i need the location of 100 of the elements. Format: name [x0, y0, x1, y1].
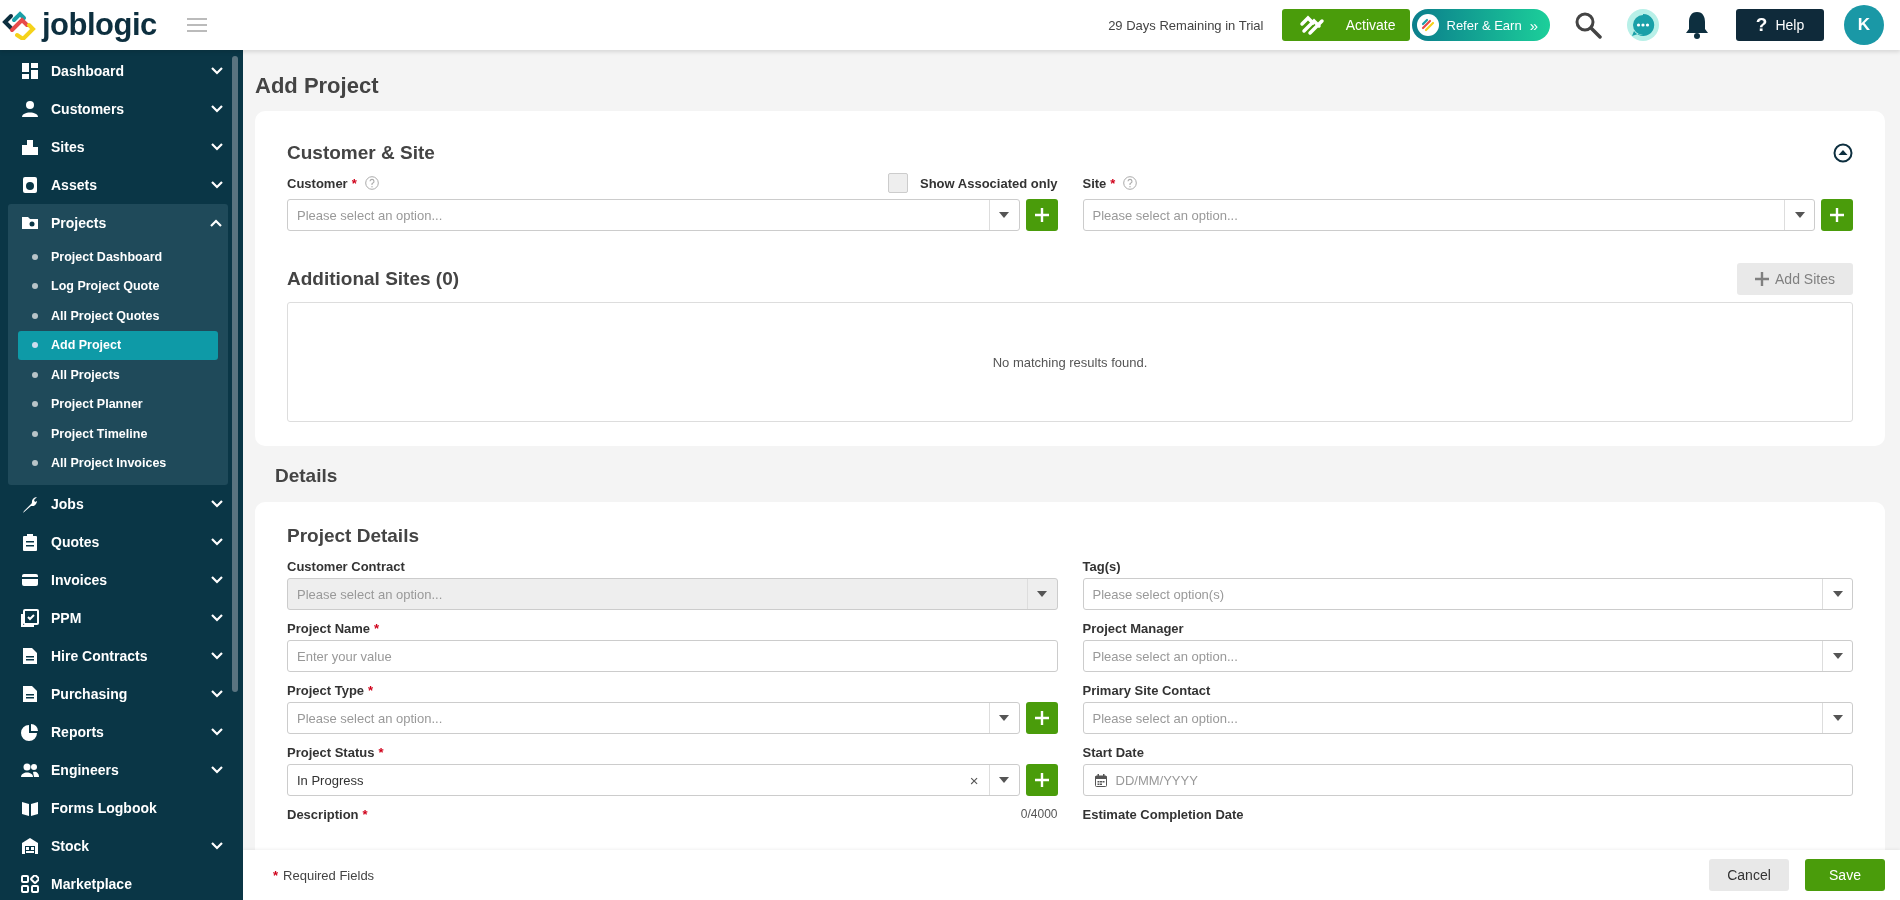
submenu-item[interactable]: All Projects: [18, 360, 218, 390]
add-button[interactable]: [1025, 702, 1058, 734]
sidebar-item[interactable]: Jobs: [0, 485, 243, 523]
field-label: Project Name: [287, 620, 371, 636]
chat-icon[interactable]: [1626, 8, 1660, 42]
field-label: Customer: [287, 175, 348, 191]
sidebar-item[interactable]: Quotes: [0, 523, 243, 561]
clear-button[interactable]: ×: [969, 771, 979, 789]
sidebar-item[interactable]: Stock: [0, 827, 243, 865]
folder-icon: [21, 214, 39, 232]
field-label: Project Type: [287, 682, 365, 698]
plus-icon: [1033, 710, 1050, 726]
sidebar-item[interactable]: Assets: [0, 166, 243, 204]
bullet-icon: [32, 401, 38, 408]
sidebar-item[interactable]: PPM: [0, 599, 243, 637]
checkbox[interactable]: [888, 173, 908, 193]
add-button[interactable]: [1025, 764, 1058, 796]
sidebar-item[interactable]: Hire Contracts: [0, 637, 243, 675]
section-title: Additional Sites (0): [287, 267, 460, 291]
chevron-icon: [211, 576, 223, 584]
sidebar-item[interactable]: Reports: [0, 713, 243, 751]
select-field[interactable]: In Progress ×: [287, 764, 1020, 796]
sidebar-item[interactable]: Invoices: [0, 561, 243, 599]
chevron-icon: [211, 538, 223, 546]
bullet-icon: [32, 283, 38, 290]
submenu-item[interactable]: Log Project Quote: [18, 271, 218, 301]
menu-icon[interactable]: [186, 18, 207, 32]
empty-message: No matching results found.: [992, 354, 1148, 370]
field-label: Tag(s): [1082, 558, 1121, 574]
people-icon: [21, 761, 39, 779]
collapse-icon[interactable]: [1833, 143, 1853, 163]
chevron-icon: [211, 652, 223, 660]
bell-icon[interactable]: [1684, 10, 1710, 40]
sidebar-item[interactable]: Marketplace: [0, 865, 243, 900]
logo-icon: [1416, 14, 1439, 36]
calendar-check-icon: [21, 609, 39, 627]
scrollbar-thumb[interactable]: [232, 56, 238, 692]
sidebar-item[interactable]: Forms Logbook: [0, 789, 243, 827]
submenu-item[interactable]: Project Timeline: [18, 419, 218, 449]
page-title: Add Project: [255, 73, 380, 99]
buildings-icon: [21, 138, 39, 156]
field-label: Project Status: [287, 744, 375, 760]
required-mark: *: [378, 744, 384, 760]
chevron-icon: [211, 690, 223, 698]
add-button[interactable]: [1821, 199, 1853, 231]
calendar-icon: [1094, 773, 1107, 787]
bullet-icon: [32, 342, 38, 349]
chevron-icon: [211, 143, 223, 151]
submenu-item[interactable]: Project Planner: [18, 389, 218, 419]
chevron-icon: [211, 181, 223, 189]
sidebar-item[interactable]: Sites: [0, 128, 243, 166]
document-icon: [21, 685, 39, 703]
character-counter: 0/4000: [1020, 807, 1058, 821]
required-mark: *: [273, 867, 279, 883]
plus-icon: [1033, 772, 1050, 788]
apps-icon: [21, 875, 39, 893]
help-icon: [1123, 176, 1138, 190]
sidebar-item[interactable]: Engineers: [0, 751, 243, 789]
card-icon: [21, 571, 39, 589]
caret-icon: [1832, 591, 1843, 597]
caret-icon: [999, 715, 1009, 721]
book-icon: [21, 799, 39, 817]
grid-icon: [21, 62, 39, 80]
bullet-icon: [32, 253, 38, 260]
plus-icon: [1033, 207, 1050, 223]
field-label: Customer Contract: [287, 558, 405, 574]
document-icon: [21, 647, 39, 665]
cancel-button[interactable]: Cancel: [1709, 859, 1789, 891]
section-title: Project Details: [287, 524, 420, 548]
help-icon: [364, 176, 379, 190]
required-note: Required Fields: [283, 867, 375, 883]
submenu-item[interactable]: All Project Quotes: [18, 301, 218, 331]
sidebar-item[interactable]: Projects: [8, 204, 228, 242]
text-field[interactable]: Enter your value: [287, 640, 1058, 672]
sidebar-item[interactable]: Customers: [0, 90, 243, 128]
bullet-icon: [32, 460, 38, 467]
plus-icon: [1755, 272, 1770, 286]
bullet-icon: [32, 312, 38, 319]
required-mark: *: [368, 682, 374, 698]
section-title: Customer & Site: [287, 141, 435, 165]
caret-icon: [1794, 212, 1805, 218]
sidebar-item[interactable]: Dashboard: [0, 52, 243, 90]
caret-icon: [999, 777, 1009, 783]
sidebar-item[interactable]: Purchasing: [0, 675, 243, 713]
required-mark: *: [351, 175, 357, 191]
field-label: Description: [287, 806, 359, 822]
chevron-icon: [211, 105, 223, 113]
chevron-icon: [211, 614, 223, 622]
help-button[interactable]: ? Help: [1736, 9, 1824, 41]
field-label: Site: [1082, 175, 1107, 191]
add-button[interactable]: [1025, 199, 1058, 231]
search-icon[interactable]: [1574, 11, 1602, 39]
chevron-icon: [211, 842, 223, 850]
submenu-item[interactable]: Project Dashboard: [18, 242, 218, 272]
chevron-icon: [211, 500, 223, 508]
submenu-item[interactable]: All Project Invoices: [18, 448, 218, 478]
plus-icon: [1829, 207, 1845, 223]
wrench-icon: [21, 495, 39, 513]
checkbox-label: Show Associated only: [920, 175, 1058, 191]
caret-icon: [1832, 715, 1843, 721]
